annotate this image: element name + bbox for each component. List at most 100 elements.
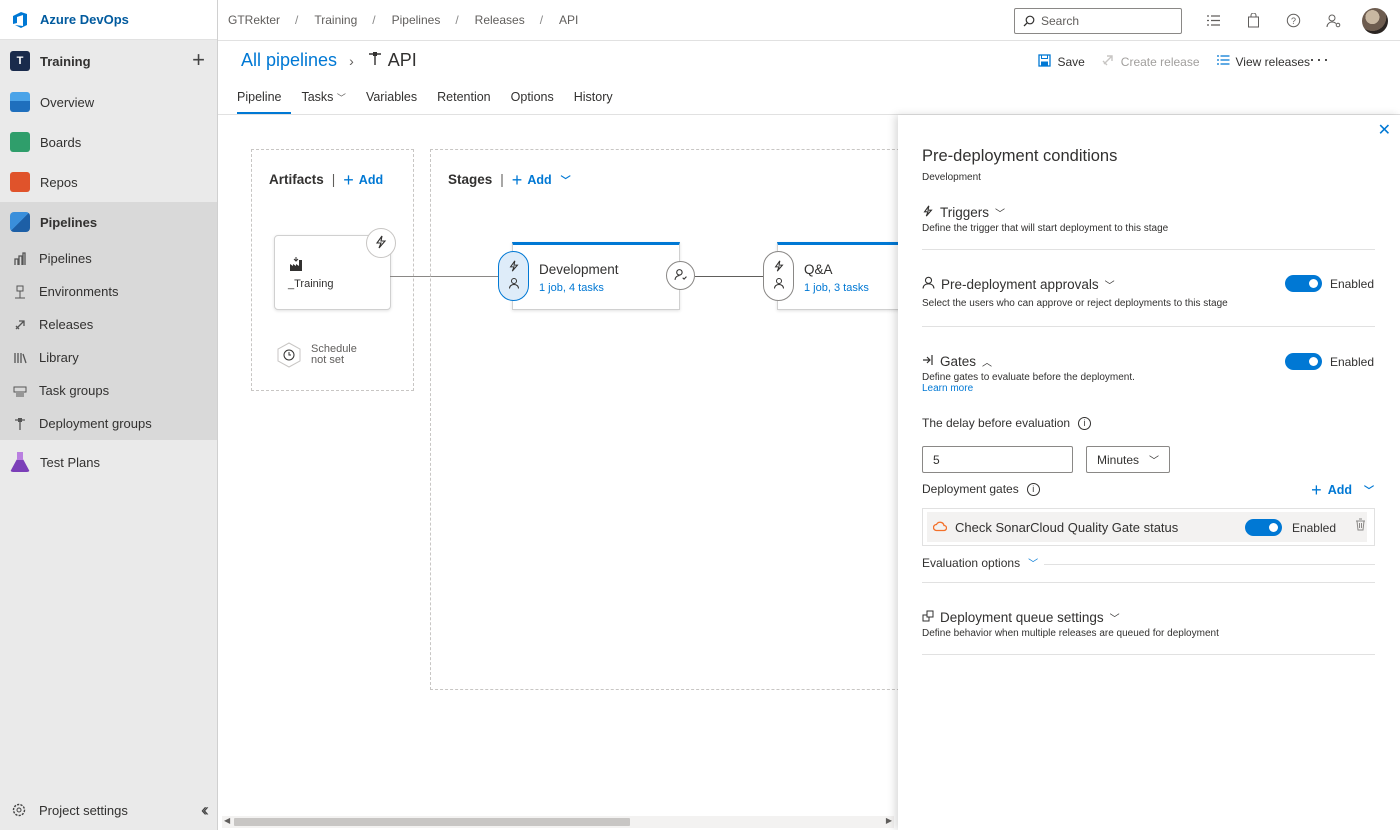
pipeline-canvas: Artifacts | + Add _Training Schedule not…	[218, 115, 917, 830]
stage-meta[interactable]: 1 job, 4 tasks	[539, 282, 604, 294]
help-icon[interactable]: ?	[1284, 10, 1302, 30]
tab-variables[interactable]: Variables	[366, 89, 427, 114]
schedule-trigger[interactable]: Schedule not set	[276, 342, 357, 368]
sidebar-item-task-groups[interactable]: Task groups	[0, 374, 217, 407]
gate-toggle[interactable]: Enabled	[1244, 519, 1336, 536]
create-release-label: Create release	[1120, 54, 1200, 69]
post-deployment-conditions-development[interactable]	[666, 261, 695, 290]
breadcrumb-project[interactable]: Training	[314, 13, 372, 27]
stage-name: Q&A	[804, 262, 833, 277]
sidebar-item-deployment-groups[interactable]: Deployment groups	[0, 407, 217, 440]
gate-icon	[922, 354, 934, 369]
save-icon	[1038, 53, 1052, 70]
evaluation-options-label: Evaluation options	[922, 555, 1021, 570]
evaluation-options[interactable]: Evaluation options ﹀	[922, 555, 1038, 571]
queue-desc: Define behavior when multiple releases a…	[922, 628, 1219, 639]
sidebar-item-pipelines[interactable]: Pipelines	[0, 242, 217, 275]
collapse-sidebar-icon[interactable]: ‹‹	[201, 800, 209, 821]
gate-toggle-switch[interactable]	[1244, 519, 1282, 536]
scrollbar-thumb[interactable]	[234, 818, 630, 826]
sidebar-item-environments[interactable]: Environments	[0, 275, 217, 308]
stage-development[interactable]: Development 1 job, 4 tasks	[512, 242, 680, 310]
breadcrumb-org[interactable]: GTRekter	[228, 13, 295, 27]
divider	[922, 654, 1375, 655]
chevron-down-icon: ﹀	[1364, 486, 1374, 497]
gate-row[interactable]: Check SonarCloud Quality Gate status Ena…	[922, 508, 1375, 546]
search-placeholder: Search	[1041, 14, 1080, 28]
search-input[interactable]: Search	[1014, 8, 1182, 34]
stage-name: Development	[539, 262, 619, 277]
breadcrumb-releases[interactable]: Releases	[475, 13, 540, 27]
user-avatar[interactable]	[1362, 8, 1388, 34]
header-actions: Save Create release View releases	[1038, 53, 1310, 70]
add-stage-button[interactable]: + Add ﹀	[511, 169, 571, 190]
chevron-down-icon: ﹀	[560, 176, 571, 187]
learn-more-link[interactable]: Learn more	[922, 383, 1375, 394]
pre-deployment-conditions-qa[interactable]	[763, 251, 794, 301]
nav-repos[interactable]: Repos	[0, 162, 217, 202]
tab-options[interactable]: Options	[511, 89, 564, 114]
breadcrumb-api[interactable]: API	[559, 13, 593, 27]
nav-pipelines[interactable]: Pipelines	[0, 202, 217, 242]
continuous-deployment-trigger[interactable]	[366, 228, 396, 258]
more-options-icon[interactable]: ···	[1309, 49, 1330, 70]
nav-overview[interactable]: Overview	[0, 82, 217, 122]
horizontal-scrollbar[interactable]: ◀ ▶	[222, 816, 894, 828]
tab-retention[interactable]: Retention	[437, 89, 501, 114]
approvals-toggle[interactable]: Enabled	[1284, 275, 1374, 292]
breadcrumb-separator: /	[539, 13, 544, 27]
stages-section: Stages | + Add ﹀	[430, 149, 910, 690]
info-icon[interactable]: i	[1026, 482, 1040, 496]
trash-icon[interactable]	[1355, 518, 1366, 534]
queue-header[interactable]: Deployment queue settings ﹀	[922, 610, 1375, 625]
save-button[interactable]: Save	[1038, 53, 1085, 70]
project-settings[interactable]: Project settings ‹‹	[0, 790, 217, 830]
deployment-groups-icon	[12, 416, 28, 432]
rocket-icon	[12, 317, 28, 333]
plus-icon: +	[511, 169, 523, 190]
environments-icon	[12, 284, 28, 300]
delay-unit-select[interactable]: Minutes ﹀	[1086, 446, 1170, 473]
tab-pipeline[interactable]: Pipeline	[237, 89, 292, 114]
shopping-bag-icon[interactable]	[1244, 10, 1262, 30]
top-icons: ?	[1204, 10, 1342, 30]
scroll-right-icon[interactable]: ▶	[886, 816, 892, 825]
nav-pipelines-label: Pipelines	[40, 214, 98, 230]
list-icon	[1216, 54, 1230, 69]
close-icon[interactable]: ✕	[1378, 120, 1391, 140]
project-selector[interactable]: T Training +	[0, 40, 217, 82]
sidebar-item-library[interactable]: Library	[0, 341, 217, 374]
breadcrumb-pipelines[interactable]: Pipelines	[392, 13, 456, 27]
gates-title: Gates	[940, 354, 977, 369]
brand-name: Azure DevOps	[40, 12, 129, 27]
stage-meta[interactable]: 1 job, 3 tasks	[804, 282, 869, 294]
user-settings-icon[interactable]	[1324, 10, 1342, 30]
tab-history[interactable]: History	[574, 89, 623, 114]
list-icon[interactable]	[1204, 10, 1222, 30]
gates-toggle-switch[interactable]	[1284, 353, 1322, 370]
stages-label: Stages	[448, 172, 493, 187]
brand[interactable]: Azure DevOps	[0, 0, 217, 40]
create-release-button[interactable]: Create release	[1101, 53, 1200, 70]
view-releases-button[interactable]: View releases	[1216, 54, 1310, 69]
sidebar-item-label: Task groups	[39, 383, 110, 398]
approvals-state: Enabled	[1329, 276, 1374, 291]
approvals-toggle-switch[interactable]	[1284, 275, 1322, 292]
delay-input[interactable]: 5	[922, 446, 1073, 473]
triggers-header[interactable]: Triggers ﹀	[922, 205, 1375, 220]
stage-qa[interactable]: Q&A 1 job, 3 tasks	[777, 242, 917, 310]
add-artifact-button[interactable]: + Add	[343, 171, 383, 189]
tab-tasks[interactable]: Tasks ﹀	[301, 89, 355, 114]
nav-test-plans[interactable]: Test Plans	[0, 442, 217, 482]
chevron-down-icon: ﹀	[1109, 614, 1120, 625]
nav-boards[interactable]: Boards	[0, 122, 217, 162]
scroll-left-icon[interactable]: ◀	[224, 816, 230, 825]
all-pipelines-link[interactable]: All pipelines	[241, 50, 337, 71]
gates-desc: Define gates to evaluate before the depl…	[922, 372, 1135, 383]
add-gate-button[interactable]: + Add ﹀	[1311, 481, 1374, 499]
info-icon[interactable]: i	[1078, 416, 1092, 430]
sidebar-item-releases[interactable]: Releases	[0, 308, 217, 341]
add-project-icon[interactable]: +	[192, 49, 205, 71]
pre-deployment-conditions-development[interactable]	[498, 251, 529, 301]
gates-toggle[interactable]: Enabled	[1284, 353, 1374, 370]
